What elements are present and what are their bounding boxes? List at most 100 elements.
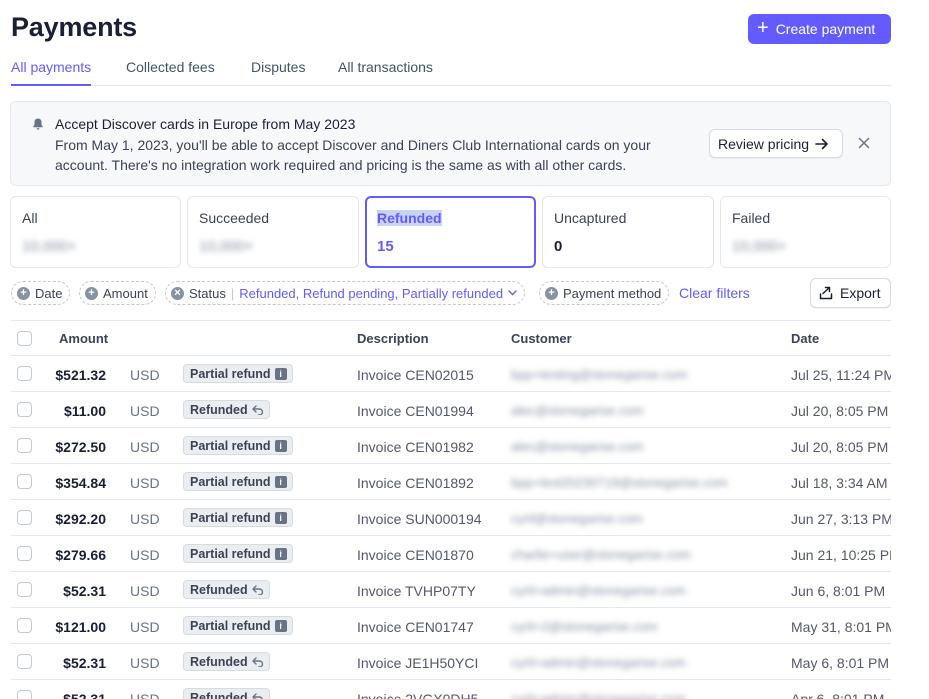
status-card-refunded[interactable]: Refunded 15 xyxy=(365,196,536,268)
status-badge: Partial refund i xyxy=(183,544,293,563)
info-icon[interactable]: i xyxy=(274,511,287,524)
select-all-checkbox[interactable] xyxy=(17,331,32,346)
tab-all-payments[interactable]: All payments xyxy=(11,59,92,86)
export-button[interactable]: Export xyxy=(810,278,891,308)
status-card-count: 0 xyxy=(554,238,563,255)
table-row[interactable]: $354.84 USD Partial refund i Invoice CEN0189… xyxy=(11,464,891,500)
status-badge: Refunded xyxy=(183,400,270,419)
refund-arrow-icon xyxy=(251,656,263,667)
date-cell: Jun 27, 3:13 PM xyxy=(791,511,891,527)
status-card-count: 10,000+ xyxy=(199,238,254,255)
page-title: Payments xyxy=(11,12,137,42)
close-icon[interactable] xyxy=(857,136,871,150)
status-badge: Partial refund i xyxy=(183,364,293,383)
description-cell: Invoice CEN01892 xyxy=(357,475,474,491)
amount-cell: $354.84 xyxy=(55,475,106,491)
row-checkbox[interactable] xyxy=(17,654,32,669)
tab-bar: All payments Collected fees Disputes All… xyxy=(11,58,891,86)
plus-icon: + xyxy=(757,17,769,39)
status-filter-values: Refunded, Refund pending, Partially refu… xyxy=(239,285,504,301)
status-card-count: 10,000+ xyxy=(732,238,787,255)
tab-all-transactions[interactable]: All transactions xyxy=(338,59,433,86)
row-checkbox[interactable] xyxy=(17,474,32,489)
status-filter-label: Status xyxy=(189,285,226,301)
table-row[interactable]: $292.20 USD Partial refund i Invoice SUN0001… xyxy=(11,500,891,536)
status-badge-label: Partial refund xyxy=(190,510,271,525)
status-card-label: Failed xyxy=(732,210,771,226)
customer-cell: cyril+2@stonegarise.com xyxy=(511,619,658,634)
date-cell: Jun 21, 10:25 PM xyxy=(791,547,891,563)
table-row[interactable]: $52.31 USD Refunded Invoice JE1H50YCI cyril+… xyxy=(11,644,891,680)
info-icon[interactable]: i xyxy=(274,367,287,380)
customer-cell: bpp+test20230719@stonegarise.com xyxy=(511,475,728,490)
table-row[interactable]: $121.00 USD Partial refund i Invoice CEN0174… xyxy=(11,608,891,644)
date-column-header[interactable]: Date xyxy=(791,331,819,346)
review-pricing-button[interactable]: Review pricing xyxy=(709,129,843,158)
status-badge-label: Refunded xyxy=(190,582,248,597)
customer-cell: alec@stonegarise.com xyxy=(511,439,644,454)
status-card-all[interactable]: All 10,000+ xyxy=(10,196,181,268)
table-row[interactable]: $52.31 USD Refunded Invoice TVHP07TY cyril+a… xyxy=(11,572,891,608)
date-filter[interactable]: + Date xyxy=(11,281,71,305)
amount-column-header[interactable]: Amount xyxy=(59,331,108,346)
row-checkbox[interactable] xyxy=(17,510,32,525)
status-badge: Partial refund i xyxy=(183,436,293,455)
refund-arrow-icon xyxy=(251,692,263,699)
description-cell: Invoice CEN02015 xyxy=(357,367,474,383)
status-badge: Refunded xyxy=(183,580,270,599)
table-row[interactable]: $272.50 USD Partial refund i Invoice CEN0198… xyxy=(11,428,891,464)
status-card-failed[interactable]: Failed 10,000+ xyxy=(720,196,891,268)
description-column-header[interactable]: Description xyxy=(357,331,429,346)
row-checkbox[interactable] xyxy=(17,690,32,699)
date-filter-label: Date xyxy=(35,285,63,301)
info-icon[interactable]: i xyxy=(274,547,287,560)
status-card-succeeded[interactable]: Succeeded 10,000+ xyxy=(187,196,359,268)
status-badge: Partial refund i xyxy=(183,472,293,491)
table-row[interactable]: $11.00 USD Refunded Invoice CEN01994 alec@st… xyxy=(11,392,891,428)
row-checkbox[interactable] xyxy=(17,366,32,381)
table-row[interactable]: $521.32 USD Partial refund i Invoice CEN0201… xyxy=(11,356,891,392)
create-payment-button[interactable]: + Create payment xyxy=(748,14,891,44)
status-card-label: Refunded xyxy=(377,210,442,226)
currency-cell: USD xyxy=(130,475,160,491)
date-cell: Jul 20, 8:05 PM xyxy=(791,403,889,419)
status-card-label: All xyxy=(22,210,38,226)
tab-disputes[interactable]: Disputes xyxy=(251,59,305,86)
description-cell: Invoice TVHP07TY xyxy=(357,583,476,599)
date-cell: Apr 6, 8:01 PM xyxy=(791,691,885,699)
date-cell: Jul 25, 11:24 PM xyxy=(791,367,891,383)
table-body: $521.32 USD Partial refund i Invoice CEN0201… xyxy=(11,356,891,699)
currency-cell: USD xyxy=(130,583,160,599)
table-row[interactable]: $279.66 USD Partial refund i Invoice CEN0187… xyxy=(11,536,891,572)
customer-column-header[interactable]: Customer xyxy=(511,331,572,346)
remove-circle-icon[interactable]: × xyxy=(171,286,184,300)
customer-cell: bpp+testing@stonegarise.com xyxy=(511,367,688,382)
amount-filter[interactable]: + Amount xyxy=(79,281,156,305)
customer-cell: charlie+user@stonegarise.com xyxy=(511,547,691,562)
status-badge: Refunded xyxy=(183,652,270,671)
row-checkbox[interactable] xyxy=(17,582,32,597)
status-filter[interactable]: × Status | Refunded, Refund pending, Par… xyxy=(165,281,526,305)
status-badge: Refunded xyxy=(183,688,270,699)
currency-cell: USD xyxy=(130,619,160,635)
arrow-right-icon xyxy=(815,138,828,149)
payment-method-filter[interactable]: + Payment method xyxy=(539,281,670,305)
amount-cell: $52.31 xyxy=(63,655,106,671)
export-icon xyxy=(819,286,833,300)
clear-filters-link[interactable]: Clear filters xyxy=(679,285,750,301)
divider: | xyxy=(230,285,235,301)
bell-icon xyxy=(33,118,43,130)
row-checkbox[interactable] xyxy=(17,618,32,633)
status-card-uncaptured[interactable]: Uncaptured 0 xyxy=(542,196,714,268)
info-icon[interactable]: i xyxy=(274,439,287,452)
row-checkbox[interactable] xyxy=(17,438,32,453)
tab-collected-fees[interactable]: Collected fees xyxy=(126,59,215,86)
row-checkbox[interactable] xyxy=(17,402,32,417)
info-icon[interactable]: i xyxy=(274,619,287,632)
row-checkbox[interactable] xyxy=(17,546,32,561)
refund-arrow-icon xyxy=(251,584,263,595)
status-badge-label: Partial refund xyxy=(190,438,271,453)
info-icon[interactable]: i xyxy=(274,475,287,488)
table-row[interactable]: $52.31 USD Refunded Invoice 2VGX0DH5 cyril+a… xyxy=(11,680,891,699)
currency-cell: USD xyxy=(130,403,160,419)
